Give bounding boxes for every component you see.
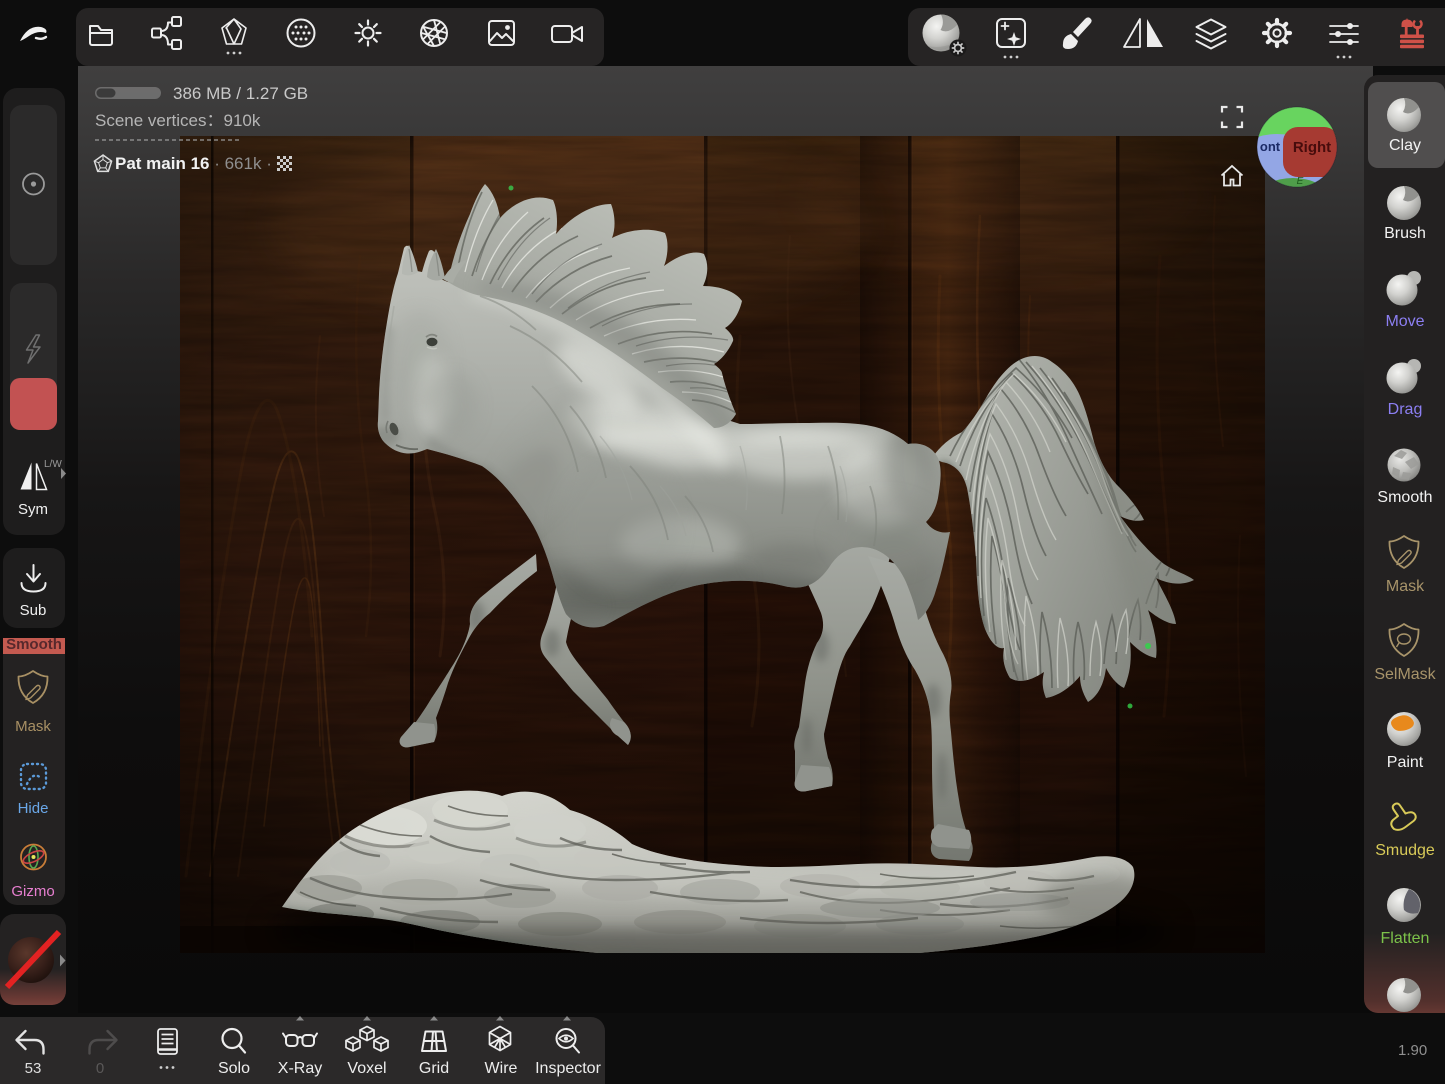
svg-text:E: E xyxy=(1297,176,1304,187)
svg-text:ont: ont xyxy=(1260,139,1281,154)
svg-text:Right: Right xyxy=(1293,139,1331,156)
svg-text:L/W: L/W xyxy=(44,459,62,470)
